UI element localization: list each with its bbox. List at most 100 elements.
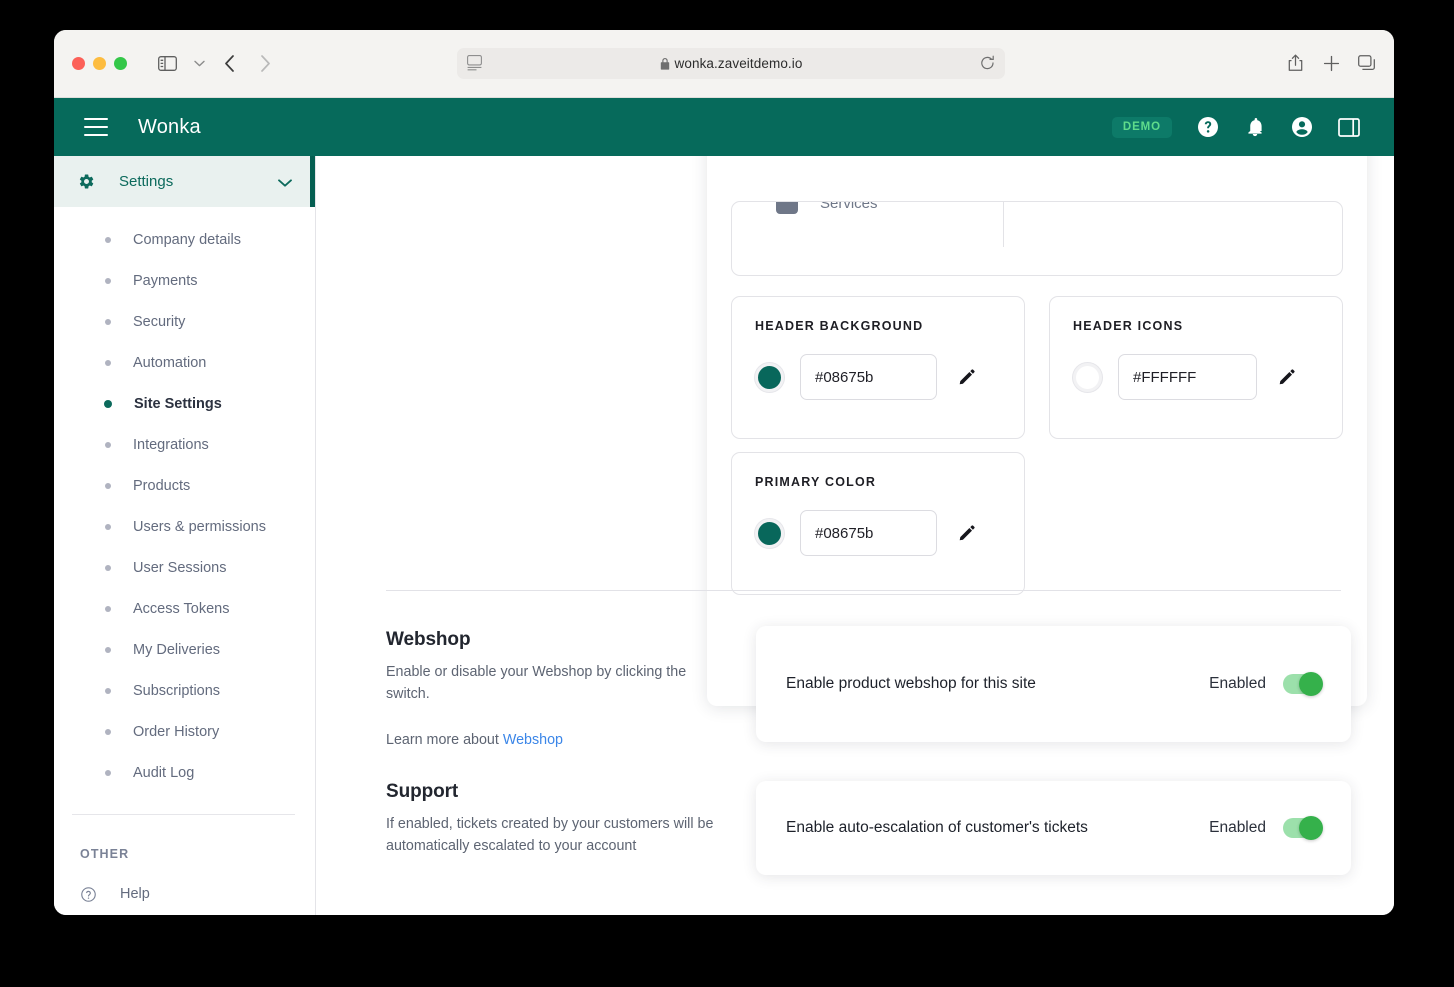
color-card-header-background: HEADER BACKGROUND #08675b <box>731 296 1025 439</box>
edit-pencil-icon[interactable] <box>959 525 975 541</box>
toggle-card-support: Enable auto-escalation of customer's tic… <box>756 781 1351 875</box>
toggle-state-text: Enabled <box>1209 819 1266 836</box>
reader-view-icon[interactable] <box>467 55 482 76</box>
sidebar-item-products[interactable]: Products <box>54 465 315 506</box>
services-label: Services <box>820 201 878 212</box>
panel-toggle-icon[interactable] <box>1338 117 1360 137</box>
app-header: Wonka DEMO <box>54 98 1394 156</box>
hamburger-menu-icon[interactable] <box>84 118 108 136</box>
sidebar-item-user-sessions[interactable]: User Sessions <box>54 547 315 588</box>
bell-icon[interactable] <box>1244 116 1266 138</box>
color-card-row: #FFFFFF <box>1073 354 1342 400</box>
card-vertical-divider <box>1003 202 1004 247</box>
minimize-window-button[interactable] <box>93 57 106 70</box>
reload-icon[interactable] <box>980 55 995 76</box>
webshop-toggle-switch[interactable] <box>1283 672 1323 696</box>
sidebar-divider <box>72 814 295 815</box>
sidebar-item-order-history[interactable]: Order History <box>54 711 315 752</box>
sidebar-item-access-tokens[interactable]: Access Tokens <box>54 588 315 629</box>
sidebar-group-settings[interactable]: Settings <box>54 156 315 207</box>
color-card-header-icons: HEADER ICONS #FFFFFF <box>1049 296 1343 439</box>
color-swatch[interactable] <box>755 518 784 548</box>
sidebar-item-audit-log[interactable]: Audit Log <box>54 752 315 793</box>
sidebar-item-integrations[interactable]: Integrations <box>54 424 315 465</box>
bullet-icon <box>105 646 111 653</box>
browser-toolbar: wonka.zaveitdemo.io <box>54 30 1394 98</box>
url-text: wonka.zaveitdemo.io <box>674 56 803 71</box>
chevron-down-icon[interactable] <box>278 174 292 192</box>
window-traffic-lights <box>72 57 127 70</box>
sidebar-item-label: Security <box>133 313 186 330</box>
support-toggle-switch[interactable] <box>1283 816 1323 840</box>
section-description: If enabled, tickets created by your cust… <box>386 816 714 854</box>
sidebar-item-label: Users & permissions <box>133 518 266 535</box>
forward-arrow-icon[interactable] <box>250 48 280 78</box>
sidebar-item-subscriptions[interactable]: Subscriptions <box>54 670 315 711</box>
hex-value-input[interactable]: #08675b <box>800 354 937 400</box>
sidebar-toggle-icon[interactable] <box>152 48 182 78</box>
toggle-control-group: Enabled <box>1209 816 1323 840</box>
bullet-icon <box>105 441 111 448</box>
services-icon <box>776 202 798 214</box>
bullet-icon <box>104 399 112 408</box>
edit-pencil-icon[interactable] <box>1279 369 1295 385</box>
sidebar-item-label: Integrations <box>133 436 209 453</box>
sidebar-item-label: My Deliveries <box>133 641 221 658</box>
share-icon[interactable] <box>1280 48 1310 78</box>
sidebar-item-help[interactable]: Help <box>54 873 315 915</box>
active-group-indicator <box>310 156 315 207</box>
section-text: Support If enabled, tickets created by y… <box>386 781 716 857</box>
hex-value-input[interactable]: #FFFFFF <box>1118 354 1257 400</box>
hex-value-input[interactable]: #08675b <box>800 510 937 556</box>
lock-icon <box>660 57 670 70</box>
help-circle-icon <box>80 886 97 903</box>
main-content: Services HEADER BACKGROUND #08675b HEADE… <box>316 156 1394 915</box>
sidebar-item-label: Access Tokens <box>133 600 230 617</box>
sidebar-item-label: Products <box>133 477 191 494</box>
sidebar-item-payments[interactable]: Payments <box>54 260 315 301</box>
bullet-icon <box>105 728 111 735</box>
learn-more-prefix: Learn more about <box>386 732 503 749</box>
address-bar[interactable]: wonka.zaveitdemo.io <box>457 48 1005 79</box>
new-tab-icon[interactable] <box>1316 48 1346 78</box>
color-card-title: PRIMARY COLOR <box>755 475 877 489</box>
app-brand-title: Wonka <box>138 115 201 138</box>
chevron-down-icon[interactable] <box>184 48 214 78</box>
gear-icon <box>78 173 95 190</box>
color-card-row: #08675b <box>755 354 1024 400</box>
sidebar-item-users-permissions[interactable]: Users & permissions <box>54 506 315 547</box>
demo-badge: DEMO <box>1111 116 1172 138</box>
section-webshop: Webshop Enable or disable your Webshop b… <box>386 629 716 748</box>
sidebar-item-company-details[interactable]: Company details <box>54 219 315 260</box>
color-swatch[interactable] <box>755 362 784 392</box>
bullet-icon <box>105 482 111 489</box>
color-swatch[interactable] <box>1073 362 1102 392</box>
bullet-icon <box>105 236 111 243</box>
browser-window: wonka.zaveitdemo.io Wonka DEMO Settings … <box>54 30 1394 915</box>
sidebar-item-site-settings[interactable]: Site Settings <box>54 383 315 424</box>
color-card-title: HEADER ICONS <box>1073 319 1184 333</box>
close-window-button[interactable] <box>72 57 85 70</box>
webshop-link[interactable]: Webshop <box>503 732 563 748</box>
sidebar-item-label: User Sessions <box>133 559 227 576</box>
tab-overview-icon[interactable] <box>1352 48 1382 78</box>
maximize-window-button[interactable] <box>114 57 127 70</box>
toggle-knob <box>1299 816 1323 840</box>
edit-pencil-icon[interactable] <box>959 369 975 385</box>
sidebar-item-automation[interactable]: Automation <box>54 342 315 383</box>
toggle-knob <box>1299 672 1323 696</box>
account-circle-icon[interactable] <box>1290 115 1314 139</box>
color-card-row: #08675b <box>755 510 1024 556</box>
help-circle-icon[interactable] <box>1196 115 1220 139</box>
bullet-icon <box>105 523 111 530</box>
section-text: Webshop Enable or disable your Webshop b… <box>386 629 716 748</box>
sidebar-item-my-deliveries[interactable]: My Deliveries <box>54 629 315 670</box>
sidebar-item-label: Help <box>120 886 150 902</box>
section-support: Support If enabled, tickets created by y… <box>386 781 716 857</box>
back-arrow-icon[interactable] <box>214 48 244 78</box>
sidebar-item-security[interactable]: Security <box>54 301 315 342</box>
toggle-label: Enable auto-escalation of customer's tic… <box>786 819 1088 836</box>
services-row[interactable]: Services <box>732 201 1342 218</box>
bullet-icon <box>105 769 111 776</box>
sidebar-item-label: Company details <box>133 231 241 248</box>
